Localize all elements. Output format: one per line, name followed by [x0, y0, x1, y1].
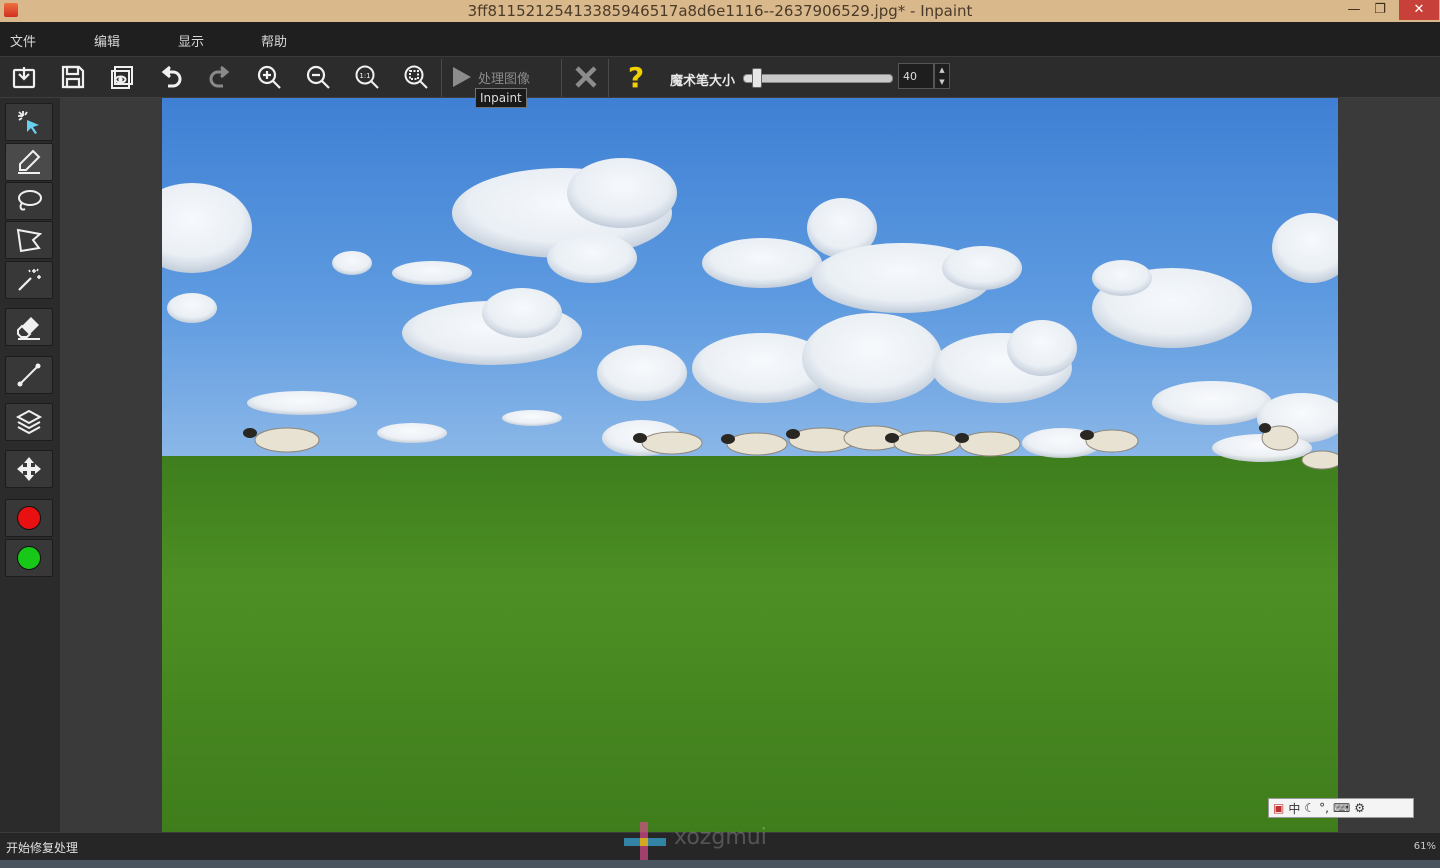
actual-size-icon[interactable]: 1:1 — [351, 61, 383, 93]
process-image-label: 处理图像 — [478, 71, 531, 87]
ime-toolbar[interactable]: ▣ 中 ☾ °, ⌨ ⚙ — [1268, 798, 1414, 818]
watermark-text: xozgmui — [674, 825, 767, 850]
menu-view[interactable]: 显示 — [178, 31, 204, 50]
brush-size-slider-thumb[interactable] — [752, 68, 762, 88]
brush-size-spinner[interactable]: ▲ ▼ — [934, 63, 950, 89]
cancel-icon[interactable] — [570, 61, 602, 93]
save-icon[interactable] — [57, 61, 89, 93]
polygon-lasso-tool[interactable] — [5, 221, 53, 259]
zoom-out-icon[interactable] — [302, 61, 334, 93]
red-marker-button[interactable] — [5, 499, 53, 537]
move-icon — [17, 457, 41, 481]
menu-help[interactable]: 帮助 — [261, 31, 287, 50]
magic-wand-tool[interactable] — [5, 261, 53, 299]
fit-icon[interactable] — [400, 61, 432, 93]
red-marker-swatch — [17, 506, 41, 530]
marker-icon — [18, 149, 41, 174]
tooltip: Inpaint — [475, 88, 527, 108]
menu-file[interactable]: 文件 — [10, 31, 36, 50]
undo-icon[interactable] — [155, 61, 187, 93]
brush-size-input[interactable] — [898, 63, 934, 89]
svg-text:1:1: 1:1 — [359, 72, 370, 80]
ime-punctuation-icon[interactable]: °, — [1319, 801, 1329, 815]
redo-icon[interactable] — [204, 61, 236, 93]
restore-button[interactable]: ❐ — [1367, 0, 1393, 20]
select-icon — [18, 111, 39, 134]
select-tool[interactable] — [5, 103, 53, 141]
taskbar — [0, 860, 1440, 868]
zoom-level: 61% — [1413, 841, 1436, 852]
ime-language[interactable]: 中 — [1288, 800, 1300, 817]
toolbar-separator — [608, 59, 609, 97]
toolbar: 1:1 处理图像 ? 魔术笔大小 ▲▼ — [0, 57, 1440, 98]
preview-icon[interactable] — [106, 61, 138, 93]
lasso-tool[interactable] — [5, 182, 53, 220]
ime-moon-icon[interactable]: ☾ — [1304, 801, 1315, 815]
magic-wand-icon — [18, 268, 41, 291]
brush-size-slider[interactable] — [743, 74, 893, 83]
title-bar: 3ff8115212541338594651​7a8d6e1116--26379… — [0, 0, 1440, 22]
play-icon — [453, 67, 471, 87]
open-icon[interactable] — [8, 61, 40, 93]
status-text: 开始修复处理 — [6, 841, 79, 855]
toolbar-separator — [441, 59, 442, 97]
eraser-tool[interactable] — [5, 308, 53, 346]
layers-icon — [15, 409, 43, 435]
toolbar-separator — [561, 59, 562, 97]
window-title: 3ff8115212541338594651​7a8d6e1116--26379… — [467, 2, 973, 20]
help-icon[interactable]: ? — [620, 61, 652, 93]
line-icon — [17, 363, 41, 387]
tool-panel — [0, 98, 60, 832]
menu-bar: 文件 编辑 显示 帮助 — [0, 22, 1440, 57]
polygon-lasso-icon — [16, 228, 43, 253]
svg-text:?: ? — [628, 64, 644, 90]
layers-tool[interactable] — [5, 403, 53, 441]
zoom-in-icon[interactable] — [253, 61, 285, 93]
brush-size-label: 魔术笔大小 — [670, 74, 736, 89]
ime-keyboard-icon[interactable]: ⌨ — [1333, 801, 1350, 815]
ime-mode-icon[interactable]: ▣ — [1273, 801, 1284, 815]
green-marker-button[interactable] — [5, 539, 53, 577]
eraser-icon — [17, 317, 40, 340]
photo-image — [162, 98, 1338, 832]
ime-settings-icon[interactable]: ⚙ — [1354, 801, 1365, 815]
lasso-icon — [18, 190, 42, 211]
photo-canvas[interactable] — [162, 98, 1338, 832]
green-marker-swatch — [17, 546, 41, 570]
move-tool[interactable] — [5, 450, 53, 488]
marker-tool[interactable] — [5, 143, 53, 181]
close-button[interactable]: ✕ — [1399, 0, 1439, 20]
line-tool[interactable] — [5, 356, 53, 394]
minimize-button[interactable]: — — [1341, 0, 1367, 20]
menu-edit[interactable]: 编辑 — [94, 31, 120, 50]
